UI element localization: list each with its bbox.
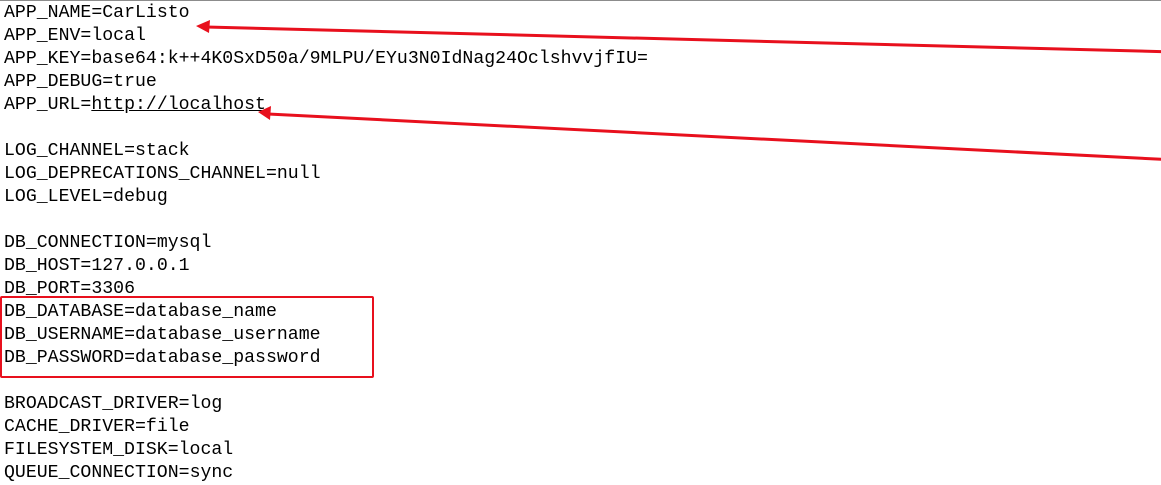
annotation-arrows xyxy=(196,20,1161,161)
app-name-arrow xyxy=(196,20,1161,54)
app-url-arrow xyxy=(258,106,1161,161)
